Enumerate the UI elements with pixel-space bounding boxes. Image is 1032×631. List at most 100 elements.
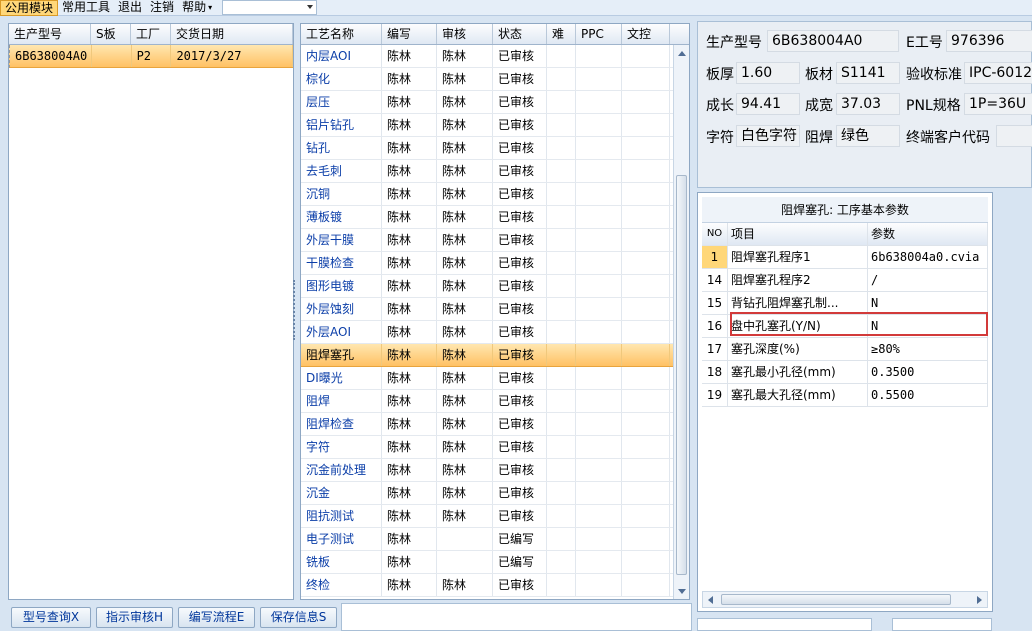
process-row[interactable]: 去毛刺 陈林 陈林 已审核	[301, 160, 689, 183]
e-number-value[interactable]: 976396	[946, 30, 1032, 52]
menu-logout[interactable]: 注销	[146, 0, 178, 16]
bottom-right-field-2[interactable]	[892, 618, 992, 631]
process-row[interactable]: 阻焊 陈林 陈林 已审核	[301, 390, 689, 413]
process-row[interactable]: 干膜检查 陈林 陈林 已审核	[301, 252, 689, 275]
doc-control-cell	[622, 298, 670, 320]
col-difficulty[interactable]: 难	[547, 24, 576, 44]
width-value[interactable]: 37.03	[836, 93, 900, 115]
process-row[interactable]: 外层蚀刻 陈林 陈林 已审核	[301, 298, 689, 321]
writer-cell: 陈林	[382, 413, 437, 435]
process-row[interactable]: 电子测试 陈林 已编写	[301, 528, 689, 551]
ppc-cell	[576, 413, 622, 435]
col-factory[interactable]: 工厂	[131, 24, 171, 44]
pnl-value[interactable]: 1P=36U	[964, 93, 1032, 115]
mask-value[interactable]: 绿色	[836, 125, 900, 147]
process-row[interactable]: 阻焊塞孔 陈林 陈林 已审核	[301, 344, 689, 367]
col-param[interactable]: 参数	[868, 223, 988, 245]
ppc-cell	[576, 183, 622, 205]
reviewer-cell: 陈林	[437, 68, 493, 90]
param-row[interactable]: 18 塞孔最小孔径(mm) 0.3500	[702, 361, 988, 384]
params-hscroll[interactable]	[702, 591, 988, 608]
process-row[interactable]: 沉铜 陈林 陈林 已审核	[301, 183, 689, 206]
process-row[interactable]: 字符 陈林 陈林 已审核	[301, 436, 689, 459]
col-status[interactable]: 状态	[493, 24, 547, 44]
param-row[interactable]: 1 阻焊塞孔程序1 6b638004a0.cvia	[702, 246, 988, 269]
process-row[interactable]: 图形电镀 陈林 陈林 已审核	[301, 275, 689, 298]
process-row[interactable]: 铝片钻孔 陈林 陈林 已审核	[301, 114, 689, 137]
difficulty-cell	[547, 229, 576, 251]
process-row[interactable]: DI曝光 陈林 陈林 已审核	[301, 367, 689, 390]
doc-control-cell	[622, 413, 670, 435]
col-no[interactable]: NO	[702, 223, 728, 245]
menu-help[interactable]: 帮助	[178, 0, 210, 16]
thickness-value[interactable]: 1.60	[736, 62, 800, 84]
menu-bar: 公用模块 常用工具 退出 注销 帮助 ▾	[0, 0, 1032, 16]
process-row[interactable]: 终检 陈林 陈林 已审核	[301, 574, 689, 597]
process-name-cell: 外层AOI	[301, 321, 382, 343]
model-row[interactable]: 6B638004A0 P2 2017/3/27	[9, 45, 293, 68]
toolbar-dropdown[interactable]	[222, 0, 318, 15]
process-row[interactable]: 薄板镀 陈林 陈林 已审核	[301, 206, 689, 229]
model-query-button[interactable]: 型号查询X	[11, 607, 91, 628]
param-row[interactable]: 17 塞孔深度(%) ≥80%	[702, 338, 988, 361]
scroll-up-icon[interactable]	[678, 51, 686, 56]
reviewer-cell: 陈林	[437, 436, 493, 458]
scroll-left-icon[interactable]	[708, 596, 713, 604]
menu-public-module[interactable]: 公用模块	[0, 0, 59, 16]
bottom-right-field[interactable]	[697, 618, 872, 631]
write-process-button[interactable]: 编写流程E	[178, 607, 255, 628]
param-row[interactable]: 19 塞孔最大孔径(mm) 0.5500	[702, 384, 988, 407]
process-scrollbar[interactable]	[673, 45, 689, 599]
customer-code-value[interactable]	[996, 125, 1032, 147]
reviewer-cell: 陈林	[437, 91, 493, 113]
review-instruction-button[interactable]: 指示审核H	[96, 607, 173, 628]
e-number-label: E工号	[906, 35, 943, 51]
col-ppc[interactable]: PPC	[576, 24, 622, 44]
doc-control-cell	[622, 275, 670, 297]
splitter-handle[interactable]	[293, 280, 298, 340]
col-model[interactable]: 生产型号	[9, 24, 91, 44]
process-row[interactable]: 阻抗测试 陈林 陈林 已审核	[301, 505, 689, 528]
standard-value[interactable]: IPC-6012	[964, 62, 1032, 84]
difficulty-cell	[547, 206, 576, 228]
col-reviewer[interactable]: 审核	[437, 24, 493, 44]
process-row[interactable]: 层压 陈林 陈林 已审核	[301, 91, 689, 114]
col-process-name[interactable]: 工艺名称	[301, 24, 382, 44]
chevron-down-icon[interactable]: ▾	[208, 3, 212, 12]
process-row[interactable]: 内层AOI 陈林 陈林 已审核	[301, 45, 689, 68]
scroll-down-icon[interactable]	[678, 589, 686, 594]
menu-common-tools[interactable]: 常用工具	[58, 0, 114, 16]
param-row[interactable]: 14 阻焊塞孔程序2/	[702, 269, 988, 292]
process-row[interactable]: 铣板 陈林 已编写	[301, 551, 689, 574]
col-s-board[interactable]: S板	[91, 24, 131, 44]
process-row[interactable]: 沉金 陈林 陈林 已审核	[301, 482, 689, 505]
process-row[interactable]: 钻孔 陈林 陈林 已审核	[301, 137, 689, 160]
scroll-right-icon[interactable]	[977, 596, 982, 604]
process-row[interactable]: 沉金前处理 陈林 陈林 已审核	[301, 459, 689, 482]
scroll-thumb[interactable]	[676, 175, 687, 575]
col-doc-control[interactable]: 文控	[622, 24, 670, 44]
col-item[interactable]: 项目	[728, 223, 868, 245]
process-row[interactable]: 外层AOI 陈林 陈林 已审核	[301, 321, 689, 344]
reviewer-cell: 陈林	[437, 114, 493, 136]
length-value[interactable]: 94.41	[736, 93, 800, 115]
process-rows: 内层AOI 陈林 陈林 已审核 棕化 陈林 陈林 已审核 层压 陈林 陈林 已审核 铝片钻孔 陈林 陈林 已审…	[301, 45, 689, 597]
model-value[interactable]: 6B638004A0	[767, 30, 899, 52]
process-row[interactable]: 阻焊检查 陈林 陈林 已审核	[301, 413, 689, 436]
col-delivery-date[interactable]: 交货日期	[171, 24, 293, 44]
col-writer[interactable]: 编写	[382, 24, 437, 44]
difficulty-cell	[547, 367, 576, 389]
char-value[interactable]: 白色字符	[736, 125, 800, 147]
process-row[interactable]: 棕化 陈林 陈林 已审核	[301, 68, 689, 91]
process-row[interactable]: 外层干膜 陈林 陈林 已审核	[301, 229, 689, 252]
pnl-label: PNL规格	[906, 98, 961, 114]
ppc-cell	[576, 390, 622, 412]
material-value[interactable]: S1141	[836, 62, 900, 84]
menu-exit[interactable]: 退出	[114, 0, 146, 16]
ppc-cell	[576, 91, 622, 113]
doc-control-cell	[622, 114, 670, 136]
status-cell: 已审核	[493, 91, 547, 113]
param-value-cell: N	[868, 292, 988, 314]
params-hscroll-thumb[interactable]	[721, 594, 951, 605]
save-info-button[interactable]: 保存信息S	[260, 607, 337, 628]
